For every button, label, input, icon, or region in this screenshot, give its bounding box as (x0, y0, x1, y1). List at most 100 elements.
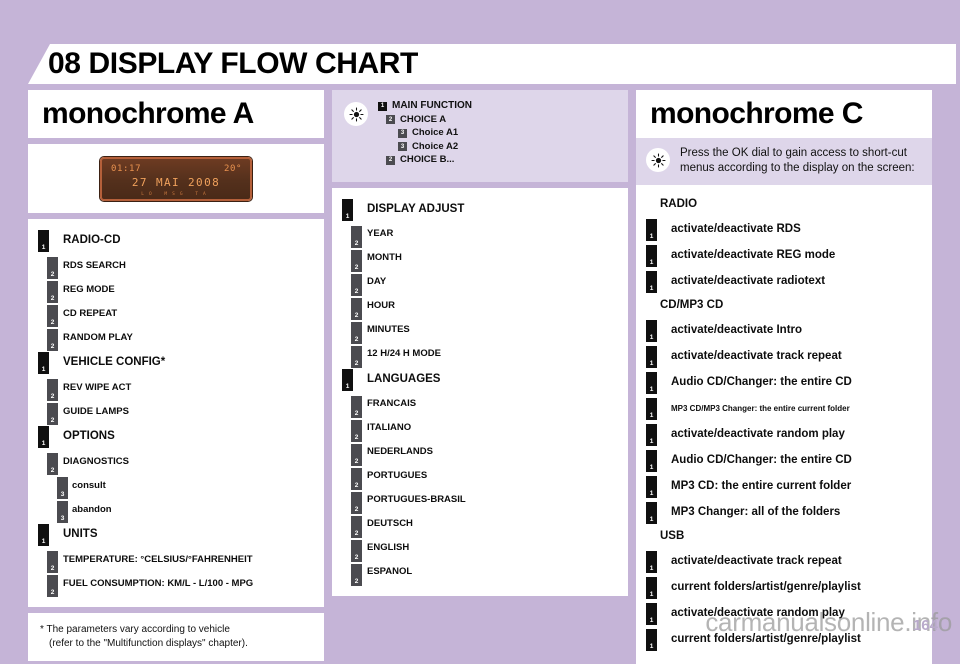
menu-row[interactable]: 1 LANGUAGES (342, 366, 618, 392)
level-badge: 1 (646, 476, 657, 498)
menu-row-label: MP3 Changer: all of the folders (671, 506, 841, 518)
menu-row-label: YEAR (367, 228, 394, 239)
section-heading: CD/MP3 CD (660, 299, 724, 311)
menu-row-label: OPTIONS (63, 430, 115, 442)
level-badge: 2 (47, 575, 58, 597)
menu-row[interactable]: 1 MP3 CD: the entire current folder (646, 473, 922, 499)
menu-row[interactable]: 1 OPTIONS (38, 423, 314, 449)
level-badge: 1 (38, 352, 49, 374)
level-badge: 1 (342, 198, 353, 221)
menu-row[interactable]: 2 ESPANOL (342, 560, 618, 586)
level-badge: 2 (47, 453, 58, 475)
column-legend-and-display-adjust: 1 MAIN FUNCTION 2 CHOICE A 3 Choice A1 3 Choice… (332, 90, 628, 596)
menu-row-label: MP3 CD: the entire current folder (671, 480, 852, 492)
level-badge: 1 (646, 219, 657, 241)
legend-line-label: CHOICE A (400, 113, 447, 125)
menu-row[interactable]: 1 MP3 CD/MP3 Changer: the entire current … (646, 395, 922, 421)
menu-row[interactable]: 1 UNITS (38, 521, 314, 547)
menu-row-label: Audio CD/Changer: the entire CD (671, 454, 852, 466)
menu-row[interactable]: 2 REG MODE (38, 277, 314, 303)
menu-row[interactable]: 2 GUIDE LAMPS (38, 399, 314, 425)
level-badge: 1 (38, 426, 49, 448)
level-badge: 1 (646, 603, 657, 625)
menu-row[interactable]: 2 MONTH (342, 246, 618, 272)
monochrome-a-title: monochrome A (42, 97, 254, 130)
menu-row[interactable]: 2 12 H/24 H MODE (342, 342, 618, 368)
menu-row[interactable]: 2 FUEL CONSUMPTION: KM/L - L/100 - MPG (38, 571, 314, 597)
menu-row[interactable]: 1 MP3 Changer: all of the folders (646, 499, 922, 525)
menu-row[interactable]: 1 activate/deactivate random play (646, 421, 922, 447)
level-badge: 2 (386, 155, 395, 165)
level-badge: 1 (38, 524, 49, 546)
lcd-time: 01:17 (111, 163, 142, 174)
legend-lines: 1 MAIN FUNCTION 2 CHOICE A 3 Choice A1 3 Choice… (378, 100, 616, 168)
menu-row-label: Audio CD/Changer: the entire CD (671, 376, 852, 388)
menu-row[interactable]: 1 activate/deactivate Intro (646, 317, 922, 343)
level-badge: 1 (646, 271, 657, 293)
level-badge: 2 (47, 305, 58, 327)
level-badge: 2 (47, 551, 58, 573)
legend-line: 1 MAIN FUNCTION (378, 100, 616, 112)
menu-row[interactable]: 2 FRANCAIS (342, 392, 618, 418)
menu-row[interactable]: 3 consult (38, 473, 314, 499)
section-heading: USB (660, 530, 685, 542)
menu-row[interactable]: 2 HOUR (342, 294, 618, 320)
menu-row[interactable]: 1 activate/deactivate radiotext (646, 268, 922, 294)
level-badge: 2 (351, 491, 362, 514)
menu-row[interactable]: 2 DEUTSCH (342, 512, 618, 538)
menu-row[interactable]: 2 NEDERLANDS (342, 440, 618, 466)
menu-row[interactable]: 1 activate/deactivate RDS (646, 216, 922, 242)
menu-row[interactable]: 2 ITALIANO (342, 416, 618, 442)
level-badge: 1 (646, 372, 657, 394)
menu-row-label: TEMPERATURE: °CELSIUS/°FAHRENHEIT (63, 553, 253, 565)
menu-row[interactable]: 1 RADIO-CD (38, 227, 314, 253)
menu-row-label: current folders/artist/genre/playlist (671, 581, 861, 593)
level-badge: 1 (646, 551, 657, 573)
monochrome-c-shortcut-list: RADIO 1 activate/deactivate RDS 1 activate/d… (636, 185, 932, 664)
menu-row[interactable]: 2 PORTUGUES (342, 464, 618, 490)
menu-row[interactable]: 1 Audio CD/Changer: the entire CD (646, 447, 922, 473)
menu-row[interactable]: 2 ENGLISH (342, 536, 618, 562)
level-badge: 2 (351, 345, 362, 368)
menu-row[interactable]: 2 DIAGNOSTICS (38, 449, 314, 475)
level-badge: 2 (47, 403, 58, 425)
level-badge: 2 (351, 321, 362, 344)
legend-line: 2 CHOICE B... (378, 154, 616, 166)
menu-row[interactable]: 1 VEHICLE CONFIG* (38, 349, 314, 375)
menu-row[interactable]: 2 REV WIPE ACT (38, 375, 314, 401)
menu-row-label: consult (72, 479, 106, 491)
monochrome-a-menu-list: 1 RADIO-CD 2 RDS SEARCH 2 REG MODE 2 CD REPEAT 2… (28, 219, 324, 607)
menu-row[interactable]: 2 RANDOM PLAY (38, 325, 314, 351)
menu-row[interactable]: 1 activate/deactivate track repeat (646, 548, 922, 574)
menu-row-label: abandon (72, 503, 112, 515)
level-badge: 3 (57, 477, 68, 499)
menu-row[interactable]: 1 current folders/artist/genre/playlist (646, 574, 922, 600)
level-badge: 3 (398, 128, 407, 138)
menu-row[interactable]: 2 CD REPEAT (38, 301, 314, 327)
menu-row-label: VEHICLE CONFIG* (63, 356, 166, 368)
menu-row[interactable]: 2 TEMPERATURE: °CELSIUS/°FAHRENHEIT (38, 547, 314, 573)
level-badge: 2 (351, 563, 362, 586)
level-badge: 1 (646, 502, 657, 524)
menu-row[interactable]: 1 DISPLAY ADJUST (342, 196, 618, 222)
lcd-date: 27 MAI 2008 (131, 175, 221, 189)
level-badge: 2 (351, 395, 362, 418)
menu-row[interactable]: 1 activate/deactivate track repeat (646, 343, 922, 369)
menu-row[interactable]: 3 abandon (38, 497, 314, 523)
menu-row-label: activate/deactivate track repeat (671, 555, 842, 567)
menu-row[interactable]: 2 PORTUGUES-BRASIL (342, 488, 618, 514)
level-badge: 2 (351, 249, 362, 272)
menu-row[interactable]: 2 MINUTES (342, 318, 618, 344)
level-badge: 2 (351, 443, 362, 466)
monochrome-c-blurb-text: Press the OK dial to gain access to shor… (680, 147, 915, 174)
monochrome-c-blurb-panel: Press the OK dial to gain access to shor… (636, 138, 932, 185)
menu-row[interactable]: 1 activate/deactivate REG mode (646, 242, 922, 268)
menu-row-label: activate/deactivate REG mode (671, 249, 836, 261)
menu-row-label: activate/deactivate track repeat (671, 350, 842, 362)
menu-row[interactable]: 2 DAY (342, 270, 618, 296)
menu-row[interactable]: 2 RDS SEARCH (38, 253, 314, 279)
menu-row[interactable]: 1 Audio CD/Changer: the entire CD (646, 369, 922, 395)
menu-row-label: activate/deactivate radiotext (671, 275, 826, 287)
legend-line: 3 Choice A1 (378, 127, 616, 139)
menu-row[interactable]: 2 YEAR (342, 222, 618, 248)
